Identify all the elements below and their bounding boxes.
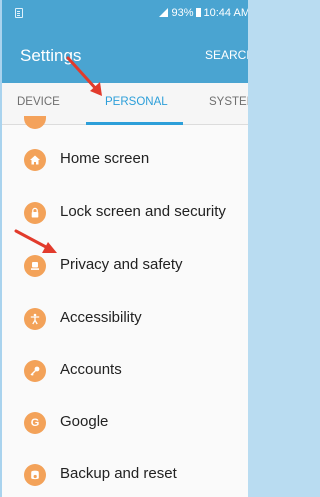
signal-icon — [159, 8, 169, 17]
tab-device[interactable]: DEVICE — [17, 96, 60, 108]
tab-system[interactable]: SYSTEM — [209, 96, 248, 108]
list-item-accessibility[interactable]: Accessibility — [2, 293, 248, 345]
battery-percent: 93% — [171, 7, 194, 19]
list-item-google[interactable]: G Google — [2, 397, 248, 449]
google-icon: G — [24, 412, 46, 434]
home-icon — [24, 149, 46, 171]
status-bar: 93% 10:44 AM — [2, 0, 248, 27]
list-item-privacy[interactable]: Privacy and safety — [2, 240, 248, 292]
list-item-label: Accounts — [60, 361, 122, 378]
tab-personal[interactable]: PERSONAL — [105, 96, 168, 108]
accessibility-icon — [24, 308, 46, 330]
backup-icon — [24, 464, 46, 486]
clock: 10:44 AM — [203, 7, 248, 19]
settings-list: Home screen Lock screen and security Pri… — [2, 116, 248, 497]
list-item-label: Backup and reset — [60, 465, 177, 482]
list-item-home-screen[interactable]: Home screen — [2, 134, 248, 186]
list-item-accounts[interactable]: Accounts — [2, 345, 248, 397]
list-item-lock-screen[interactable]: Lock screen and security — [2, 187, 248, 239]
list-item-label: Privacy and safety — [60, 256, 183, 273]
privacy-icon — [24, 255, 46, 277]
status-right: 93% 10:44 AM — [159, 7, 248, 19]
phone-screen: 93% 10:44 AM Settings SEARCH DEVICE PERSO… — [0, 0, 248, 497]
battery-icon — [195, 8, 201, 17]
key-icon — [24, 360, 46, 382]
list-item-backup[interactable]: Backup and reset — [2, 449, 248, 497]
list-item-label: Home screen — [60, 150, 150, 167]
list-item-label: Google — [60, 413, 109, 430]
app-bar: Settings SEARCH — [2, 27, 248, 83]
notification-icon — [15, 8, 23, 18]
page-title: Settings — [20, 46, 82, 65]
partial-item-icon — [24, 116, 46, 129]
list-item-label: Lock screen and security — [60, 203, 226, 220]
search-button[interactable]: SEARCH — [205, 48, 248, 62]
list-item-label: Accessibility — [60, 309, 142, 326]
lock-icon — [24, 202, 46, 224]
